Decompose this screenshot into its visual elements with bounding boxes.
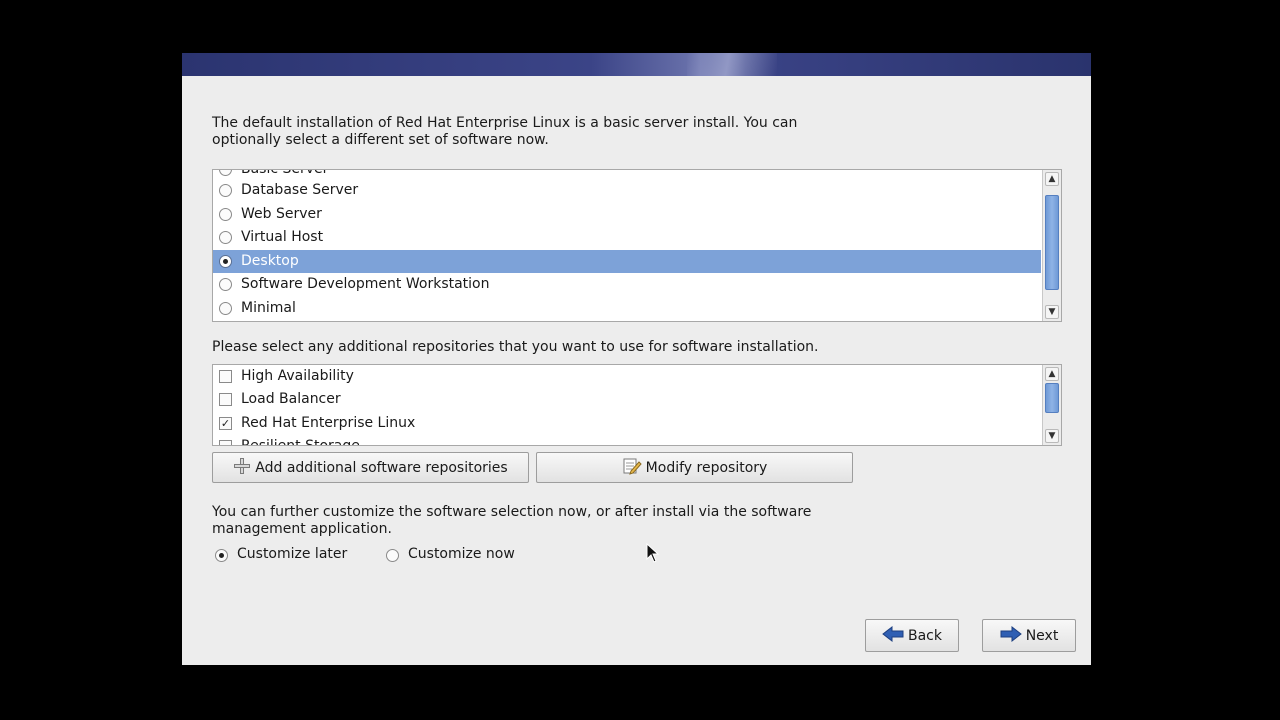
intro-text: The default installation of Red Hat Ente… (212, 115, 797, 149)
repos-text: Please select any additional repositorie… (212, 339, 819, 355)
list-item-software-development-workstation[interactable]: Software Development Workstation (213, 273, 1041, 296)
checkbox-load-balancer[interactable] (219, 393, 232, 406)
list-item-minimal[interactable]: Minimal (213, 297, 1041, 320)
repository-list[interactable]: High Availability Load Balancer ✓ Red Ha… (212, 364, 1062, 446)
radio-software-development-workstation[interactable] (219, 278, 232, 291)
banner-highlight (687, 53, 777, 76)
scroll-up-icon[interactable]: ▲ (1045, 172, 1059, 186)
mouse-pointer-icon (646, 542, 660, 567)
customize-later-label: Customize later (237, 546, 348, 562)
checkbox-red-hat-enterprise-linux[interactable]: ✓ (219, 417, 232, 430)
radio-customize-now[interactable] (386, 549, 399, 562)
customize-now-label: Customize now (408, 546, 515, 562)
software-set-list[interactable]: Basic Server Database Server Web Server … (212, 169, 1062, 322)
list-item-virtual-host[interactable]: Virtual Host (213, 226, 1041, 249)
installer-window: The default installation of Red Hat Ente… (182, 53, 1091, 665)
checkbox-resilient-storage[interactable] (219, 440, 232, 445)
list-item-desktop[interactable]: Desktop (213, 250, 1041, 273)
radio-desktop[interactable] (219, 255, 232, 268)
list-item-load-balancer[interactable]: Load Balancer (213, 388, 1041, 411)
list-item-label: Load Balancer (241, 391, 341, 407)
scroll-thumb[interactable] (1045, 195, 1059, 290)
checkbox-high-availability[interactable] (219, 370, 232, 383)
radio-web-server[interactable] (219, 208, 232, 221)
list-item-database-server[interactable]: Database Server (213, 179, 1041, 202)
add-repositories-button[interactable]: Add additional software repositories (212, 452, 529, 483)
customize-text: You can further customize the software s… (212, 504, 811, 538)
radio-customize-later[interactable] (215, 549, 228, 562)
next-button[interactable]: Next (982, 619, 1076, 652)
intro-text-line2: optionally select a different set of sof… (212, 132, 549, 148)
list-item-label: Minimal (241, 300, 296, 316)
arrow-right-icon (1000, 625, 1022, 646)
repository-scrollbar[interactable]: ▲ ▼ (1042, 365, 1061, 445)
scroll-down-icon[interactable]: ▼ (1045, 305, 1059, 319)
list-item-resilient-storage[interactable]: Resilient Storage (213, 435, 1041, 446)
arrow-left-icon (882, 625, 904, 646)
list-item-label: Virtual Host (241, 229, 324, 245)
scroll-thumb[interactable] (1045, 383, 1059, 413)
customize-text-line2: management application. (212, 521, 392, 537)
customize-text-line1: You can further customize the software s… (212, 504, 812, 520)
list-item-label: Database Server (241, 182, 359, 198)
header-banner (182, 53, 1091, 76)
radio-database-server[interactable] (219, 184, 232, 197)
software-set-scrollbar[interactable]: ▲ ▼ (1042, 170, 1061, 321)
add-repositories-label: Add additional software repositories (255, 459, 508, 476)
list-item-high-availability[interactable]: High Availability (213, 365, 1041, 388)
list-item-web-server[interactable]: Web Server (213, 203, 1041, 226)
scroll-down-icon[interactable]: ▼ (1045, 429, 1059, 443)
list-item-label: Desktop (241, 253, 299, 269)
intro-text-line1: The default installation of Red Hat Ente… (212, 115, 798, 131)
list-item-label: Red Hat Enterprise Linux (241, 415, 416, 431)
edit-icon (622, 457, 642, 479)
list-item-red-hat-enterprise-linux[interactable]: ✓ Red Hat Enterprise Linux (213, 412, 1041, 435)
plus-icon (233, 457, 251, 479)
modify-repository-button[interactable]: Modify repository (536, 452, 853, 483)
radio-virtual-host[interactable] (219, 231, 232, 244)
scroll-up-icon[interactable]: ▲ (1045, 367, 1059, 381)
list-item-label: Web Server (241, 206, 322, 222)
radio-minimal[interactable] (219, 302, 232, 315)
modify-repository-label: Modify repository (645, 459, 768, 476)
list-item-label: Software Development Workstation (241, 276, 490, 292)
back-label: Back (908, 627, 942, 644)
next-label: Next (1025, 627, 1059, 644)
list-item-label: High Availability (241, 368, 354, 384)
back-button[interactable]: Back (865, 619, 959, 652)
radio-basic-server[interactable] (219, 170, 232, 176)
list-item-label: Resilient Storage (241, 438, 360, 446)
